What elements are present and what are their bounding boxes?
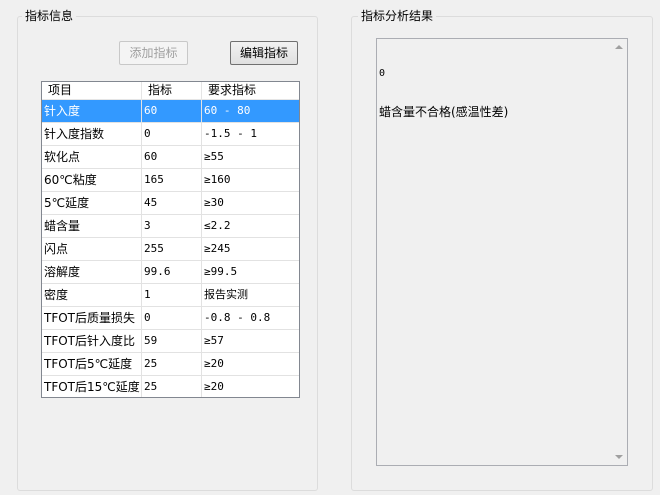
cell-value: 59 <box>142 330 202 352</box>
cell-value: 1 <box>142 284 202 306</box>
table-row[interactable]: 软化点 60 ≥55 <box>42 146 299 169</box>
cell-value: 3 <box>142 215 202 237</box>
cell-value: 99.6 <box>142 261 202 283</box>
column-header-item[interactable]: 项目 <box>42 82 142 99</box>
cell-requirement: ≥160 <box>204 173 231 186</box>
cell-value: 25 <box>142 353 202 375</box>
cell-item: 5℃延度 <box>42 192 142 214</box>
table-row[interactable]: TFOT后质量损失 0 -0.8 - 0.8 <box>42 307 299 330</box>
cell-value: 255 <box>142 238 202 260</box>
cell-value: 60 <box>142 100 202 122</box>
column-header-value[interactable]: 指标 <box>142 82 202 99</box>
cell-value: 60 <box>142 146 202 168</box>
cell-requirement: ≥57 <box>204 334 224 347</box>
cell-item: 溶解度 <box>42 261 142 283</box>
cell-value: 0 <box>142 123 202 145</box>
column-header-requirement[interactable]: 要求指标 <box>202 82 299 99</box>
cell-value: 25 <box>142 376 202 397</box>
cell-item: 蜡含量 <box>42 215 142 237</box>
cell-requirement: ≥20 <box>204 357 224 370</box>
indicator-table[interactable]: 项目 指标 要求指标 针入度 60 60 - 80 针入度指数 0 -1.5 - 1 软化点… <box>41 81 300 398</box>
cell-requirement: 报告实测 <box>204 288 248 301</box>
edit-indicator-button[interactable]: 编辑指标 <box>230 41 298 65</box>
cell-item: TFOT后5℃延度 <box>42 353 142 375</box>
cell-value: 45 <box>142 192 202 214</box>
indicator-info-title: 指标信息 <box>22 9 77 23</box>
table-header: 项目 指标 要求指标 <box>42 82 299 100</box>
table-row[interactable]: 密度 1 报告实测 <box>42 284 299 307</box>
analysis-result-title: 指标分析结果 <box>358 9 437 23</box>
table-body: 针入度 60 60 - 80 针入度指数 0 -1.5 - 1 软化点 60 ≥55 60℃粘度 1… <box>42 100 299 397</box>
table-row[interactable]: 溶解度 99.6 ≥99.5 <box>42 261 299 284</box>
cell-requirement: ≥30 <box>204 196 224 209</box>
table-row[interactable]: TFOT后5℃延度 25 ≥20 <box>42 353 299 376</box>
cell-item: TFOT后针入度比 <box>42 330 142 352</box>
cell-item: TFOT后15℃延度 <box>42 376 142 397</box>
cell-requirement: ≤2.2 <box>204 219 231 232</box>
analysis-result-textbox[interactable]: 0 蜡含量不合格(感温性差) <box>376 38 628 466</box>
cell-requirement: ≥245 <box>204 242 231 255</box>
cell-requirement: -1.5 - 1 <box>204 127 257 140</box>
result-line: 0 <box>379 68 386 79</box>
cell-requirement: 60 - 80 <box>204 104 251 117</box>
add-indicator-button[interactable]: 添加指标 <box>119 41 188 65</box>
table-row[interactable]: 针入度 60 60 - 80 <box>42 100 299 123</box>
vertical-scrollbar[interactable] <box>611 39 627 465</box>
table-row[interactable]: 蜡含量 3 ≤2.2 <box>42 215 299 238</box>
cell-requirement: ≥99.5 <box>204 265 238 278</box>
cell-item: 60℃粘度 <box>42 169 142 191</box>
analysis-result-text: 0 蜡含量不合格(感温性差) <box>379 41 611 145</box>
table-row[interactable]: 针入度指数 0 -1.5 - 1 <box>42 123 299 146</box>
result-line: 蜡含量不合格(感温性差) <box>379 105 509 119</box>
table-row[interactable]: TFOT后针入度比 59 ≥57 <box>42 330 299 353</box>
cell-requirement: ≥55 <box>204 150 224 163</box>
cell-requirement: ≥20 <box>204 380 224 393</box>
table-row[interactable]: TFOT后15℃延度 25 ≥20 <box>42 376 299 397</box>
cell-requirement: -0.8 - 0.8 <box>204 311 271 324</box>
scroll-up-arrow-icon[interactable] <box>615 45 623 49</box>
cell-item: 针入度指数 <box>42 123 142 145</box>
cell-item: TFOT后质量损失 <box>42 307 142 329</box>
cell-item: 针入度 <box>42 100 142 122</box>
scroll-down-arrow-icon[interactable] <box>615 455 623 459</box>
cell-item: 密度 <box>42 284 142 306</box>
cell-item: 闪点 <box>42 238 142 260</box>
cell-item: 软化点 <box>42 146 142 168</box>
cell-value: 0 <box>142 307 202 329</box>
table-row[interactable]: 闪点 255 ≥245 <box>42 238 299 261</box>
cell-value: 165 <box>142 169 202 191</box>
table-row[interactable]: 5℃延度 45 ≥30 <box>42 192 299 215</box>
table-row[interactable]: 60℃粘度 165 ≥160 <box>42 169 299 192</box>
